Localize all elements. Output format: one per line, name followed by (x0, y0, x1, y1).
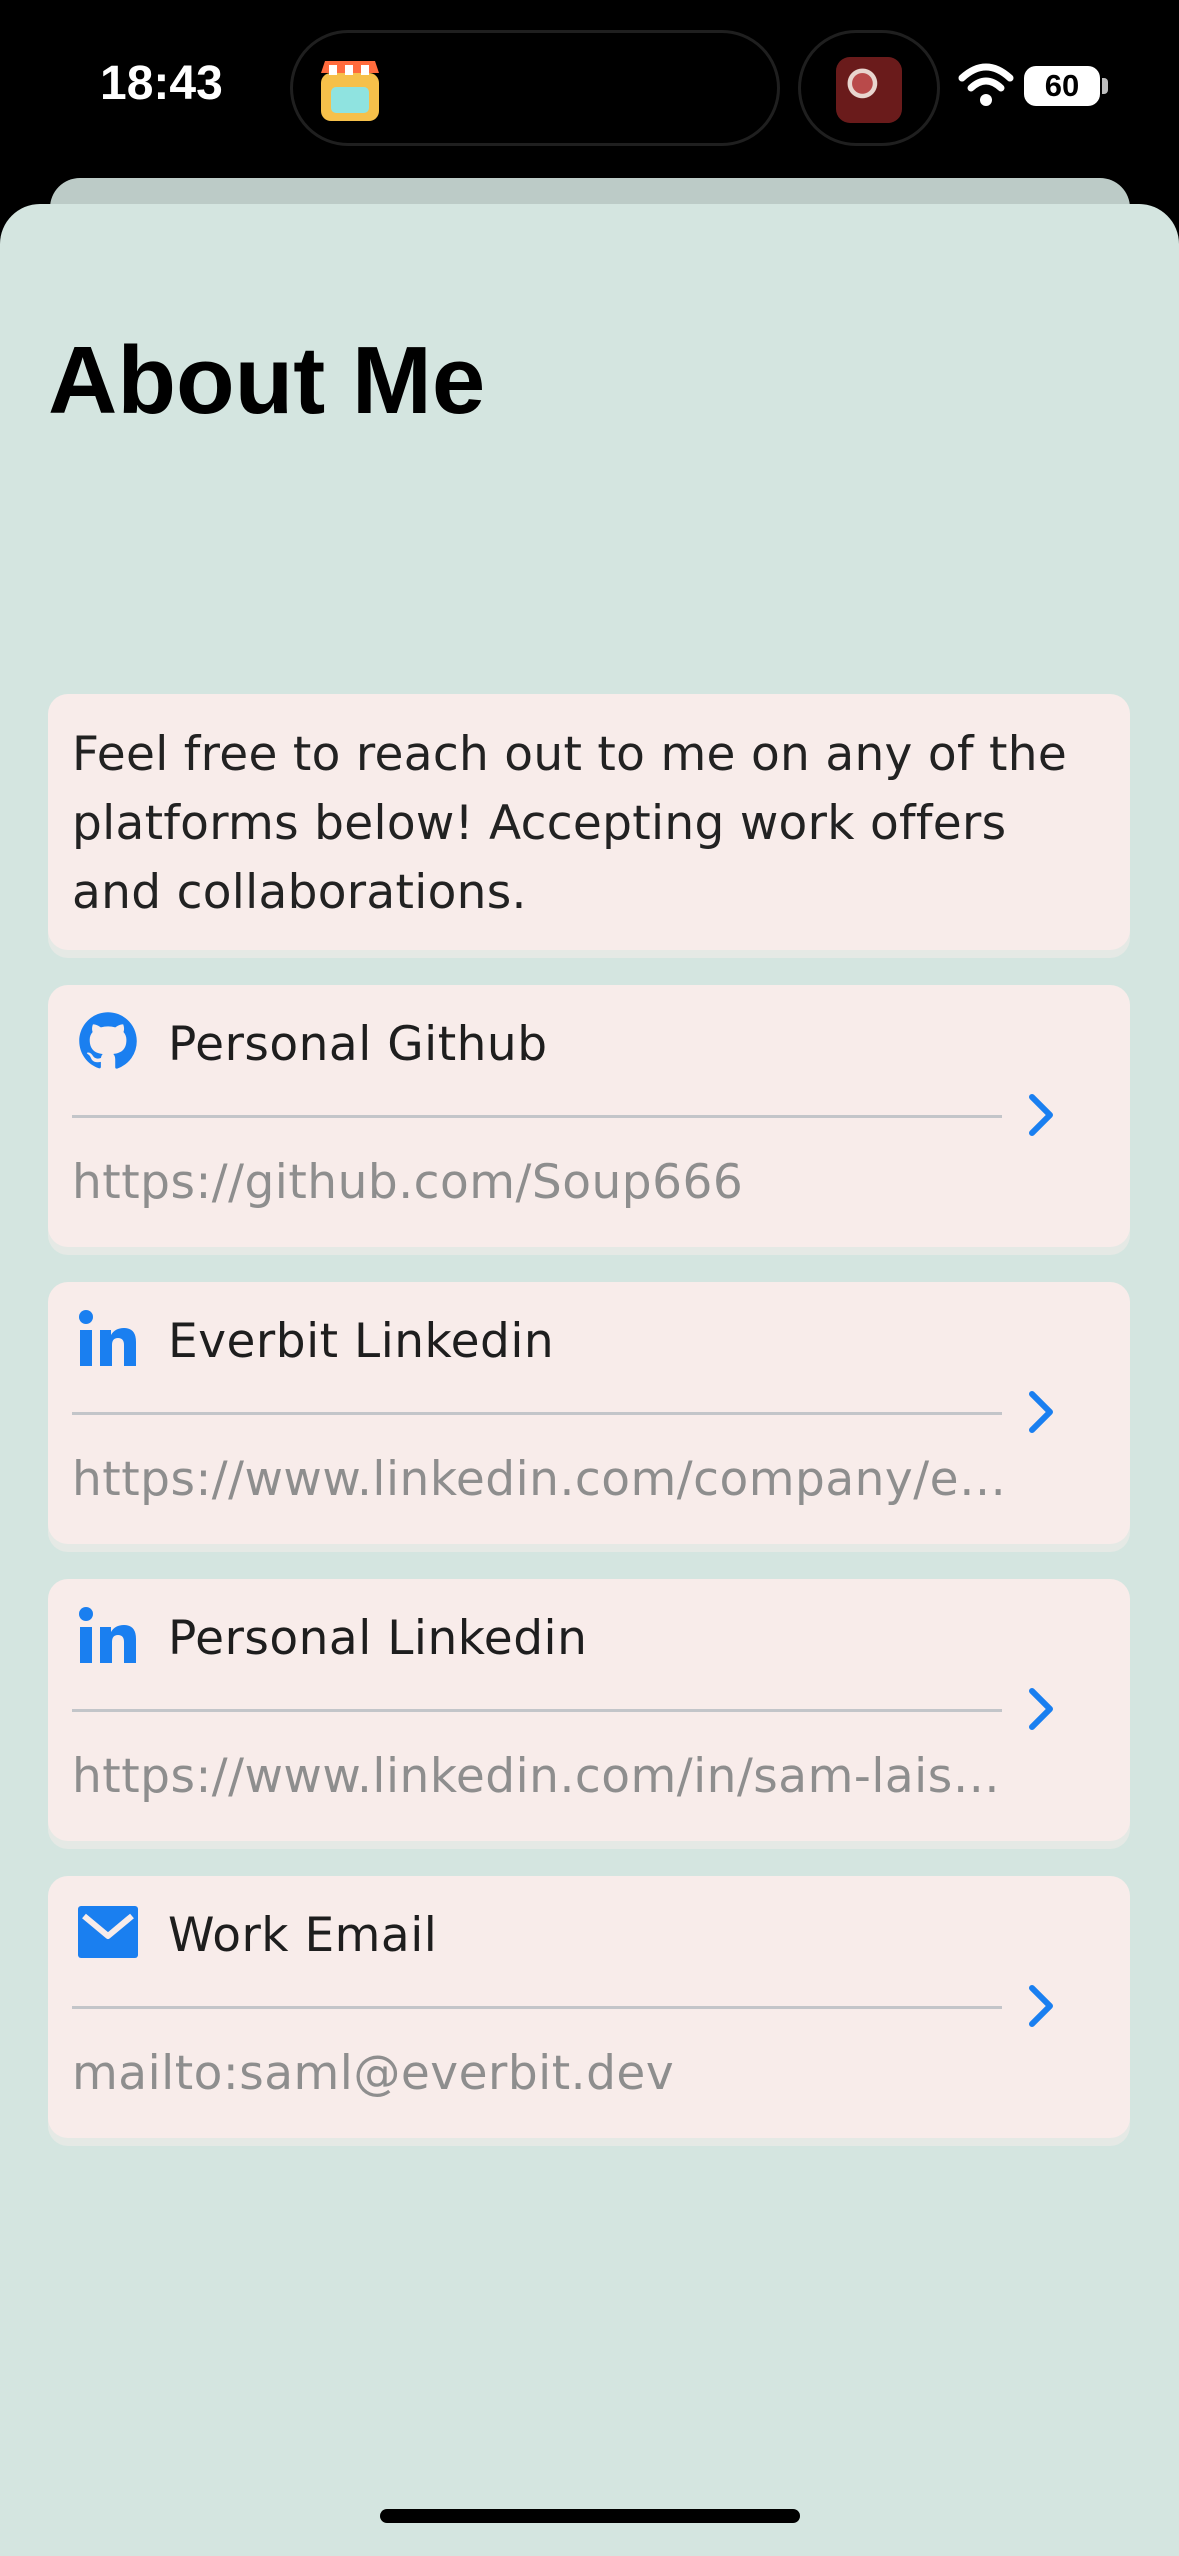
now-playing-bubble[interactable] (798, 30, 940, 146)
page-title: About Me (48, 327, 486, 434)
link-card-work-email[interactable]: Work Email mailto:saml@everbit.dev (48, 1876, 1130, 2138)
shop-app-icon (321, 61, 379, 121)
battery-icon: 60 (1024, 66, 1100, 106)
link-card-personal-github[interactable]: Personal Github https://github.com/Soup6… (48, 985, 1130, 1247)
chevron-right-icon (1029, 1688, 1053, 1730)
status-bar: 18:43 60 (0, 0, 1179, 180)
album-art-icon (836, 57, 902, 123)
link-url: https://www.linkedin.com/in/sam-laist… (72, 1749, 1012, 1804)
mail-icon (78, 1906, 138, 1958)
intro-text: Feel free to reach out to me on any of t… (72, 727, 1068, 920)
link-divider (72, 1412, 1002, 1415)
link-title: Everbit Linkedin (168, 1314, 555, 1369)
github-icon (79, 1012, 137, 1069)
home-indicator[interactable] (380, 2509, 800, 2523)
link-url: https://github.com/Soup666 (72, 1155, 744, 1210)
linkedin-icon (79, 1607, 136, 1663)
battery-tip (1102, 78, 1108, 94)
link-title: Personal Linkedin (168, 1611, 588, 1666)
link-title: Work Email (168, 1908, 438, 1963)
link-divider (72, 1709, 1002, 1712)
link-title: Personal Github (168, 1017, 548, 1072)
link-url: https://www.linkedin.com/company/ev… (72, 1452, 1012, 1507)
dynamic-island-activity[interactable] (290, 30, 780, 146)
linkedin-icon (79, 1310, 136, 1366)
link-divider (72, 2006, 1002, 2009)
intro-card: Feel free to reach out to me on any of t… (48, 694, 1130, 950)
chevron-right-icon (1029, 1985, 1053, 2027)
status-time: 18:43 (100, 57, 223, 110)
chevron-right-icon (1029, 1094, 1053, 1136)
wifi-icon (958, 63, 1014, 106)
link-card-everbit-linkedin[interactable]: Everbit Linkedin https://www.linkedin.co… (48, 1282, 1130, 1544)
battery-level: 60 (1044, 68, 1080, 103)
chevron-right-icon (1029, 1391, 1053, 1433)
link-url: mailto:saml@everbit.dev (72, 2046, 675, 2101)
link-card-personal-linkedin[interactable]: Personal Linkedin https://www.linkedin.c… (48, 1579, 1130, 1841)
link-divider (72, 1115, 1002, 1118)
